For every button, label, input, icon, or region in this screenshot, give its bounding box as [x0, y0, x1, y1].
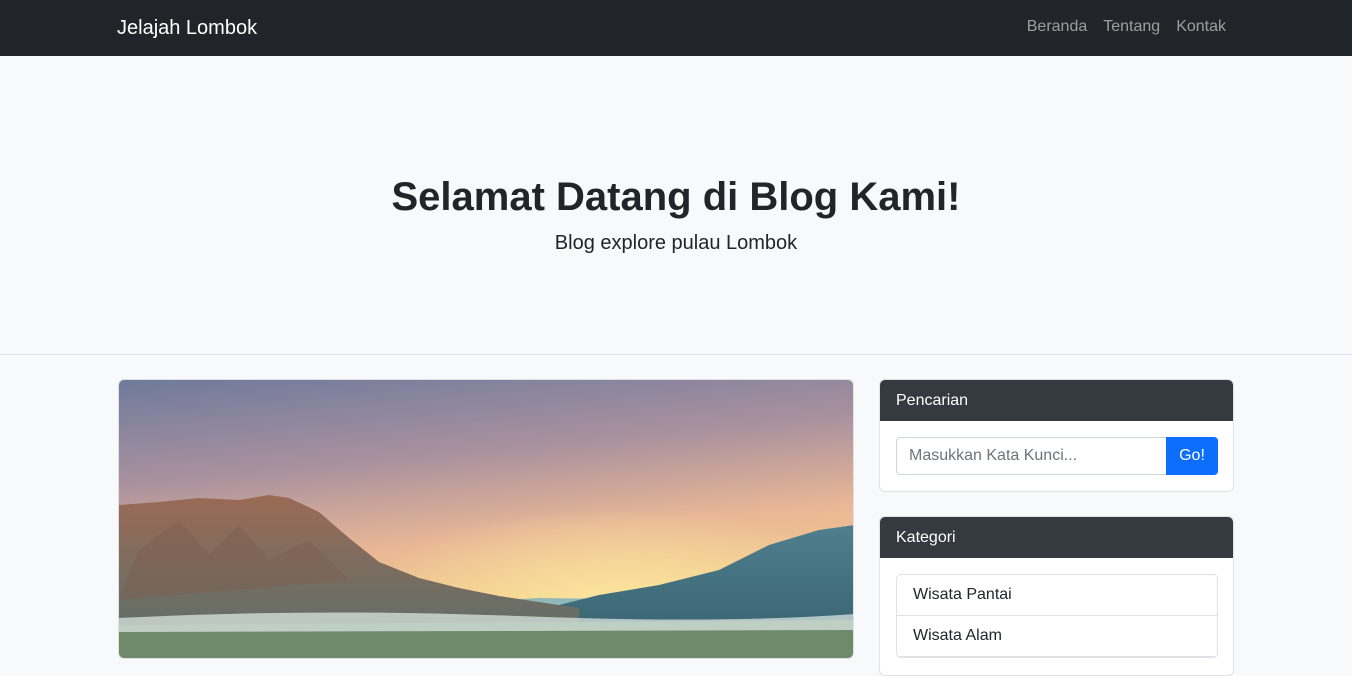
- search-input[interactable]: [896, 437, 1167, 475]
- featured-post-image[interactable]: [119, 380, 854, 659]
- category-item-wisata-pantai[interactable]: Wisata Pantai: [897, 575, 1217, 616]
- category-item-wisata-alam[interactable]: Wisata Alam: [897, 616, 1217, 657]
- search-card: Pencarian Go!: [879, 379, 1234, 492]
- hero-section: Selamat Datang di Blog Kami! Blog explor…: [0, 56, 1352, 355]
- nav-link-tentang[interactable]: Tentang: [1103, 17, 1160, 37]
- category-card: Kategori Wisata Pantai Wisata Alam: [879, 516, 1234, 676]
- brand-link[interactable]: Jelajah Lombok: [117, 15, 257, 41]
- nav-links: Beranda Tentang Kontak: [1027, 17, 1226, 37]
- hero-title: Selamat Datang di Blog Kami!: [391, 175, 961, 219]
- search-card-header: Pencarian: [880, 380, 1233, 421]
- category-card-header: Kategori: [880, 517, 1233, 558]
- nav-link-kontak[interactable]: Kontak: [1176, 17, 1226, 37]
- search-card-body: Go!: [880, 421, 1233, 491]
- top-navbar: Jelajah Lombok Beranda Tentang Kontak: [0, 0, 1352, 56]
- hero-subtitle: Blog explore pulau Lombok: [554, 232, 798, 254]
- nav-link-beranda[interactable]: Beranda: [1027, 17, 1088, 37]
- search-go-button[interactable]: Go!: [1166, 437, 1218, 475]
- featured-post-card[interactable]: [118, 379, 854, 659]
- category-list: Wisata Pantai Wisata Alam: [896, 574, 1218, 658]
